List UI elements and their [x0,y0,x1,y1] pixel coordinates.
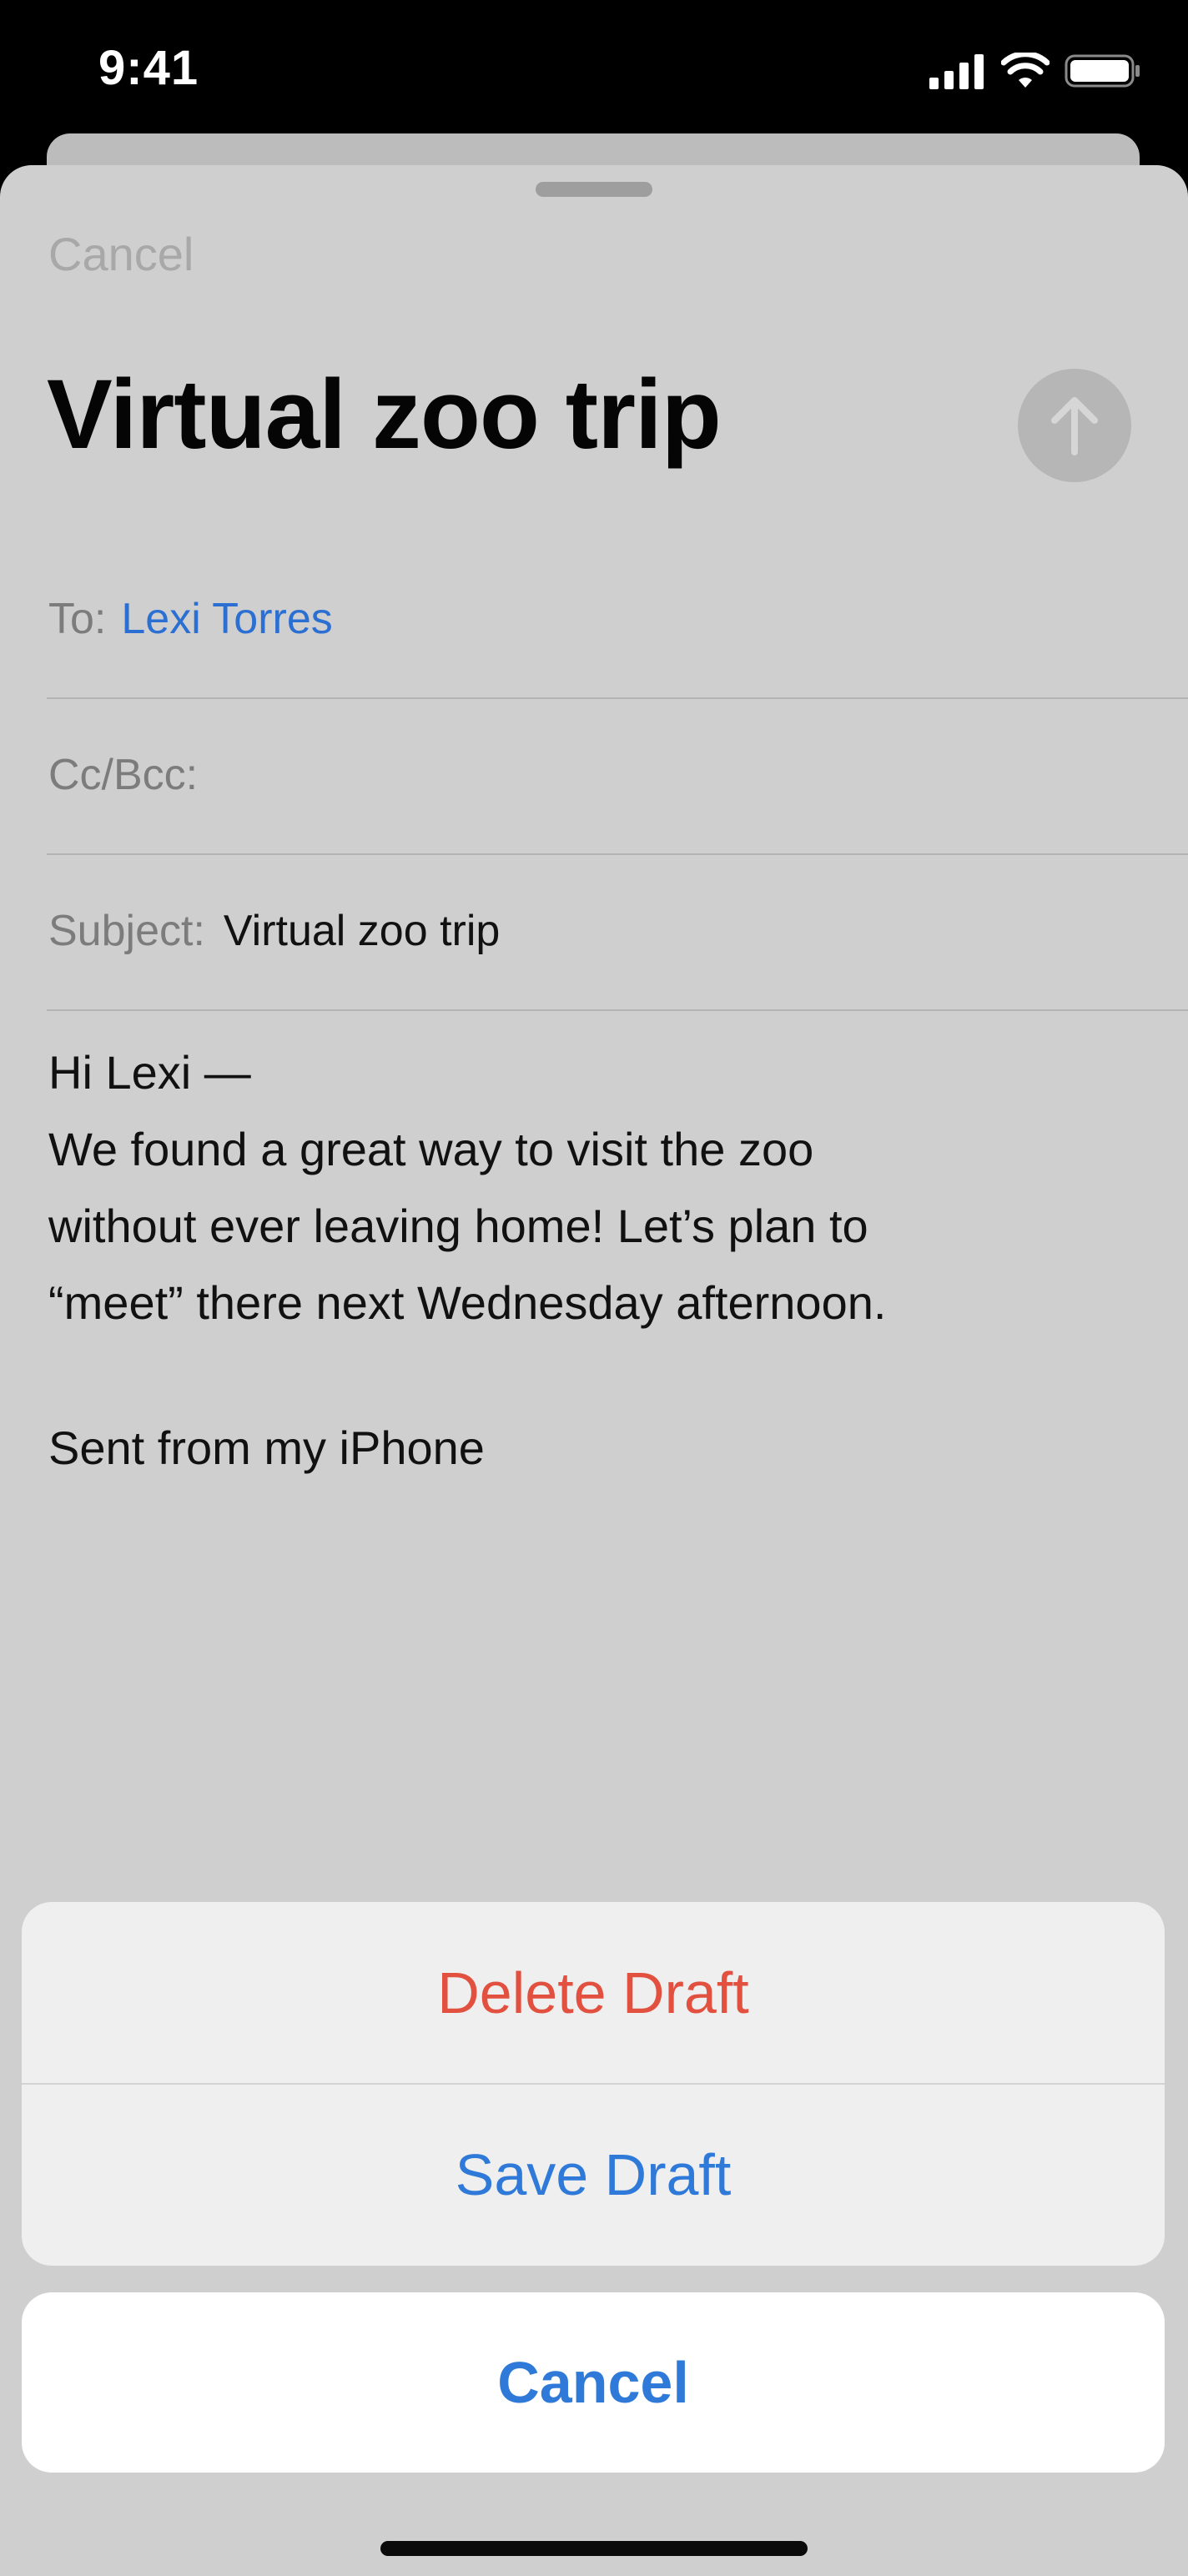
cc-bcc-field[interactable]: Cc/Bcc: [48,753,198,797]
message-signature[interactable]: Sent from my iPhone [48,1425,485,1472]
divider [47,697,1188,699]
compose-cancel-button[interactable]: Cancel [48,227,194,281]
status-bar: 9:41 [0,0,1188,133]
send-button[interactable] [1018,369,1131,482]
message-body-line[interactable]: We found a great way to visit the zoo [48,1126,813,1173]
cc-bcc-label: Cc/Bcc: [48,751,199,799]
subject-label: Subject: [48,907,205,955]
save-draft-button[interactable]: Save Draft [22,2084,1165,2266]
arrow-up-icon [1051,397,1098,455]
to-field[interactable]: To: Lexi Torres [48,597,333,641]
battery-icon [1065,53,1141,93]
message-body-line[interactable]: without ever leaving home! Let’s plan to [48,1203,868,1250]
to-label: To: [48,595,107,643]
cellular-signal-icon [929,53,986,93]
divider [47,853,1188,855]
home-indicator[interactable] [380,2541,808,2556]
message-body-line[interactable]: Hi Lexi — [48,1049,251,1096]
status-icons [929,50,1141,93]
compose-title: Virtual zoo trip [47,360,722,470]
status-time: 9:41 [98,41,199,95]
action-sheet-group: Delete Draft Save Draft [22,1902,1165,2266]
message-body-line[interactable]: “meet” there next Wednesday afternoon. [48,1280,886,1326]
action-sheet-cancel-button[interactable]: Cancel [22,2292,1165,2473]
divider [47,1009,1188,1011]
subject-field[interactable]: Subject: Virtual zoo trip [48,909,500,953]
subject-value[interactable]: Virtual zoo trip [224,907,500,955]
delete-draft-button[interactable]: Delete Draft [22,1902,1165,2084]
sheet-grabber[interactable] [536,182,652,197]
recipient-token[interactable]: Lexi Torres [121,595,332,643]
wifi-icon [1000,50,1050,93]
